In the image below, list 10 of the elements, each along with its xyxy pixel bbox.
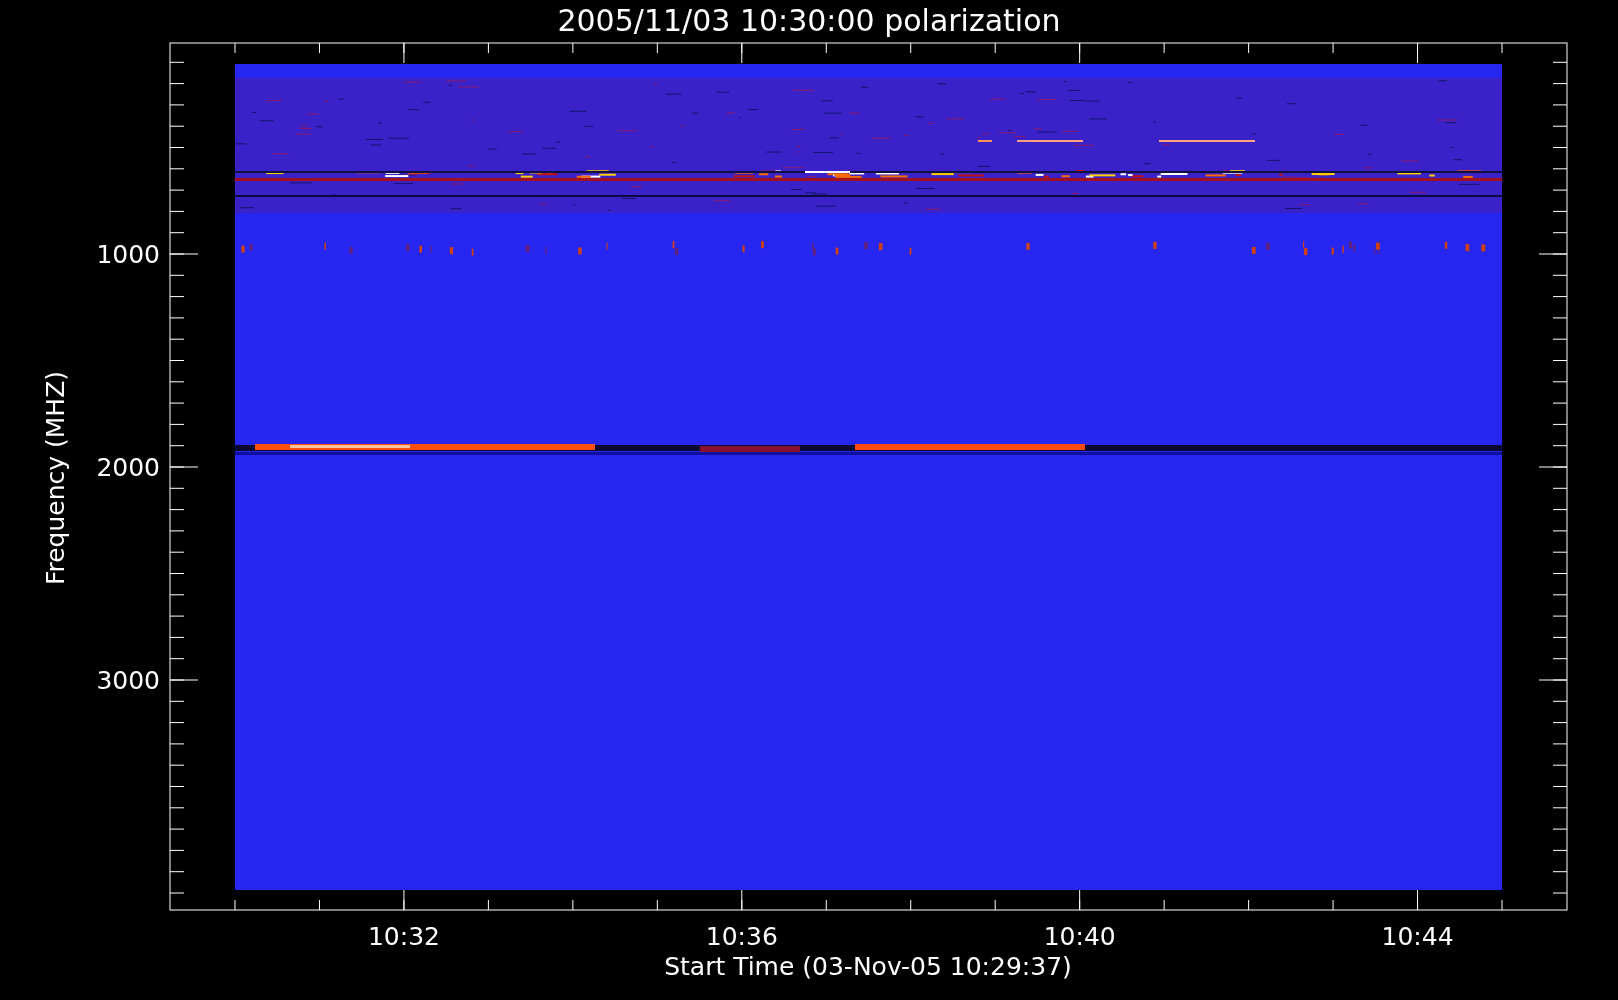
chart-title: 2005/11/03 10:30:00 polarization [557, 3, 1061, 38]
tick-label: 10:32 [367, 922, 440, 951]
tick-label: 10:44 [1381, 922, 1454, 951]
tick-label: 10:40 [1043, 922, 1116, 951]
tick-label: 1000 [96, 240, 160, 269]
axis-label: Start Time (03-Nov-05 10:29:37) [664, 952, 1072, 981]
tick-label: 3000 [96, 666, 160, 695]
tick-label: 10:36 [705, 922, 778, 951]
tick-label: 2000 [96, 453, 160, 482]
axis-label: Frequency (MHZ) [41, 370, 70, 586]
